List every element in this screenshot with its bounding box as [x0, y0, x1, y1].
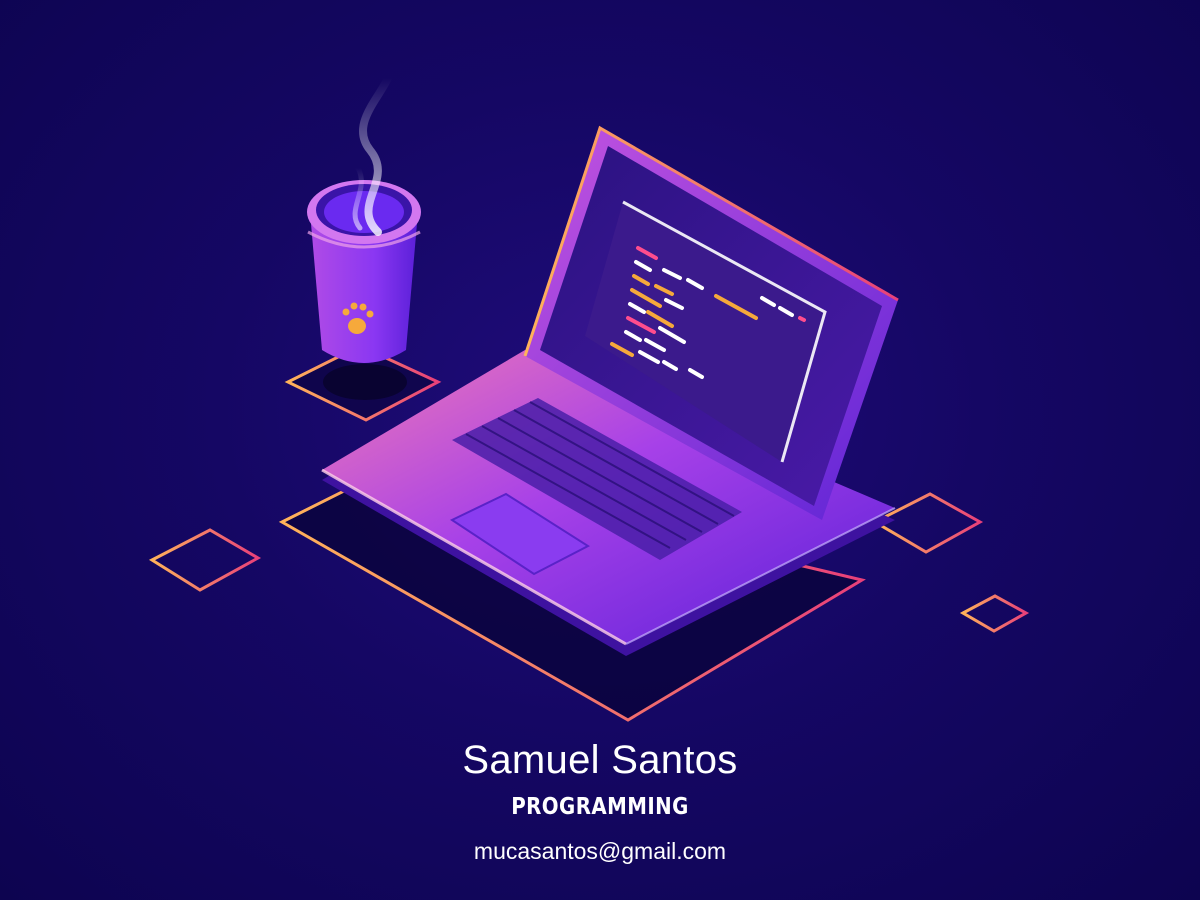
coffee-cup-icon: [307, 180, 421, 363]
decor-square-right: [871, 492, 984, 554]
profile-name: Samuel Santos: [462, 738, 738, 782]
profile-role: PROGRAMMING: [511, 794, 689, 820]
decor-square-left: [148, 528, 262, 592]
decor-square-small: [959, 594, 1030, 633]
profile-email[interactable]: mucasantos@gmail.com: [0, 838, 1200, 865]
